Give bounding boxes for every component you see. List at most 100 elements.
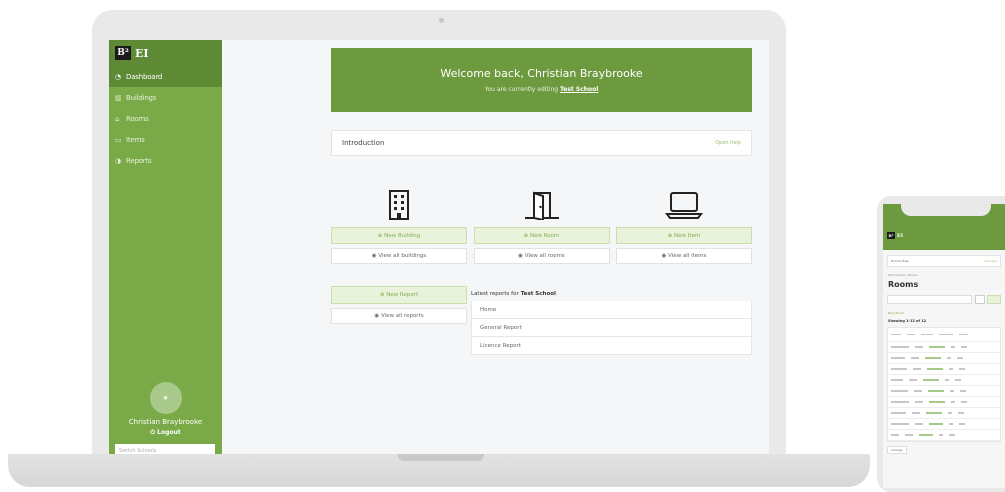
table-row[interactable]: [888, 397, 1000, 408]
results-count: Showing 1-12 of 12: [888, 319, 927, 323]
quick-actions: ⊕ New Building ◉ View all buildings ⊕ Ne…: [331, 182, 752, 264]
new-room-button[interactable]: ⊕ New Room: [473, 227, 610, 244]
logout-label: Logout: [157, 429, 181, 436]
main-content: Welcome back, Christian Braybrooke You a…: [331, 48, 752, 355]
laptop-icon: ▭: [115, 135, 122, 144]
new-room-link[interactable]: New Room: [888, 311, 1005, 315]
phone-help-label: Rooms Help: [891, 259, 909, 263]
new-report-label: New Report: [386, 292, 419, 298]
current-school-link[interactable]: Test School: [560, 86, 598, 93]
sidebar-item-label: Buildings: [126, 93, 157, 102]
dashboard-icon: ◔: [115, 72, 121, 81]
new-building-label: New Building: [384, 232, 421, 239]
building-icon: [331, 182, 467, 220]
laptop-icon: [616, 182, 752, 220]
rooms-table: [887, 327, 1001, 442]
phone-header: B² EI: [883, 204, 1005, 250]
search-input[interactable]: [887, 295, 972, 304]
view-buildings-label: View all buildings: [378, 253, 427, 259]
user-icon: ●: [163, 395, 168, 401]
table-row[interactable]: [888, 408, 1000, 419]
phone-logo[interactable]: B² EI: [887, 232, 903, 239]
laptop-camera: [439, 18, 444, 23]
sidebar-item-dashboard[interactable]: ◔ Dashboard: [109, 66, 222, 87]
card-rooms: ⊕ New Room ◉ View all rooms: [473, 182, 610, 264]
add-room-button[interactable]: [987, 295, 1001, 304]
user-name: Christian Braybrooke: [128, 418, 203, 426]
logo-text[interactable]: EI: [135, 47, 149, 60]
phone-help-link[interactable]: Get help: [984, 259, 997, 263]
sidebar: B² EI ◔ Dashboard ▥ Buildings ⌂ Rooms ▭ …: [109, 40, 222, 454]
sidebar-item-label: Dashboard: [126, 72, 163, 81]
latest-reports: Latest reports for Test School Home Gene…: [471, 286, 752, 355]
table-row[interactable]: [888, 364, 1000, 375]
table-row[interactable]: [888, 353, 1000, 364]
laptop-screen: B² EI ◔ Dashboard ▥ Buildings ⌂ Rooms ▭ …: [109, 40, 769, 454]
door-icon: ⌂: [115, 114, 120, 123]
filter-button[interactable]: [975, 295, 985, 304]
reports-section: ⊕ New Report ◉ View all reports Latest r…: [331, 286, 752, 355]
welcome-title: Welcome back, Christian Braybrooke: [440, 67, 643, 80]
table-row[interactable]: [888, 386, 1000, 397]
new-report-button[interactable]: ⊕ New Report: [331, 286, 467, 304]
sidebar-item-buildings[interactable]: ▥ Buildings: [109, 87, 222, 108]
view-items-button[interactable]: ◉ View all items: [616, 248, 752, 264]
phone-help-panel: Rooms Help Get help: [887, 255, 1001, 267]
page-title: Rooms: [888, 280, 919, 289]
logo-text: EI: [897, 232, 904, 239]
table-row[interactable]: [888, 430, 1000, 441]
laptop-notch: [398, 454, 484, 461]
building-icon: ▥: [115, 93, 122, 102]
list-item[interactable]: Licence Report: [471, 337, 752, 355]
new-building-button[interactable]: ⊕ New Building: [331, 227, 467, 244]
door-icon: [474, 182, 610, 220]
sidebar-item-reports[interactable]: ◑ Reports: [109, 150, 222, 171]
open-help-link[interactable]: Open help: [715, 140, 741, 146]
sidebar-item-label: Items: [126, 135, 145, 144]
introduction-panel: Introduction Open help: [331, 130, 752, 156]
welcome-subtitle: You are currently editing Test School: [331, 86, 752, 93]
view-reports-button[interactable]: ◉ View all reports: [331, 308, 467, 324]
welcome-banner: Welcome back, Christian Braybrooke You a…: [331, 48, 752, 112]
sidebar-item-items[interactable]: ▭ Items: [109, 129, 222, 150]
phone-pagination: Change: [887, 446, 1001, 454]
view-items-label: View all items: [668, 253, 707, 259]
sidebar-user: ● Christian Braybrooke ⏻ Logout: [109, 382, 222, 437]
logout-link[interactable]: ⏻ Logout: [109, 429, 222, 437]
latest-reports-prefix: Latest reports for: [471, 290, 519, 297]
list-item[interactable]: Home: [471, 301, 752, 319]
breadcrumb[interactable]: Test School / Rooms: [888, 273, 1005, 277]
card-items: ⊕ New Item ◉ View all items: [616, 182, 752, 264]
phone-screen: B² EI Rooms Help Get help Test School / …: [883, 204, 1005, 488]
table-header: [888, 328, 1000, 342]
new-item-label: New Item: [674, 232, 701, 239]
avatar[interactable]: ●: [149, 382, 182, 414]
sidebar-item-label: Rooms: [126, 114, 149, 123]
card-buildings: ⊕ New Building ◉ View all buildings: [331, 182, 467, 264]
logo-mark: B²: [887, 232, 895, 239]
sidebar-item-rooms[interactable]: ⌂ Rooms: [109, 108, 222, 129]
power-icon: ⏻: [150, 429, 156, 436]
phone-notch: [901, 204, 991, 216]
switch-school-select[interactable]: Switch Schools: [115, 444, 215, 454]
view-rooms-button[interactable]: ◉ View all rooms: [473, 248, 610, 264]
phone-search-bar: [887, 295, 1001, 304]
change-button[interactable]: Change: [887, 446, 907, 454]
latest-reports-heading: Latest reports for Test School: [471, 286, 752, 301]
table-row[interactable]: [888, 375, 1000, 386]
table-row[interactable]: [888, 419, 1000, 430]
sidebar-item-label: Reports: [126, 156, 152, 165]
logo-mark[interactable]: B²: [115, 46, 131, 60]
table-row[interactable]: [888, 342, 1000, 353]
view-reports-label: View all reports: [380, 313, 424, 319]
introduction-label: Introduction: [342, 139, 385, 147]
report-actions: ⊕ New Report ◉ View all reports: [331, 286, 467, 355]
welcome-subtitle-text: You are currently editing: [484, 86, 559, 93]
list-item[interactable]: General Report: [471, 319, 752, 337]
latest-reports-school: Test School: [520, 290, 556, 297]
view-rooms-label: View all rooms: [524, 253, 565, 259]
pie-chart-icon: ◑: [115, 156, 121, 165]
view-buildings-button[interactable]: ◉ View all buildings: [331, 248, 467, 264]
sidebar-header: B² EI: [109, 40, 222, 66]
new-item-button[interactable]: ⊕ New Item: [616, 227, 752, 244]
